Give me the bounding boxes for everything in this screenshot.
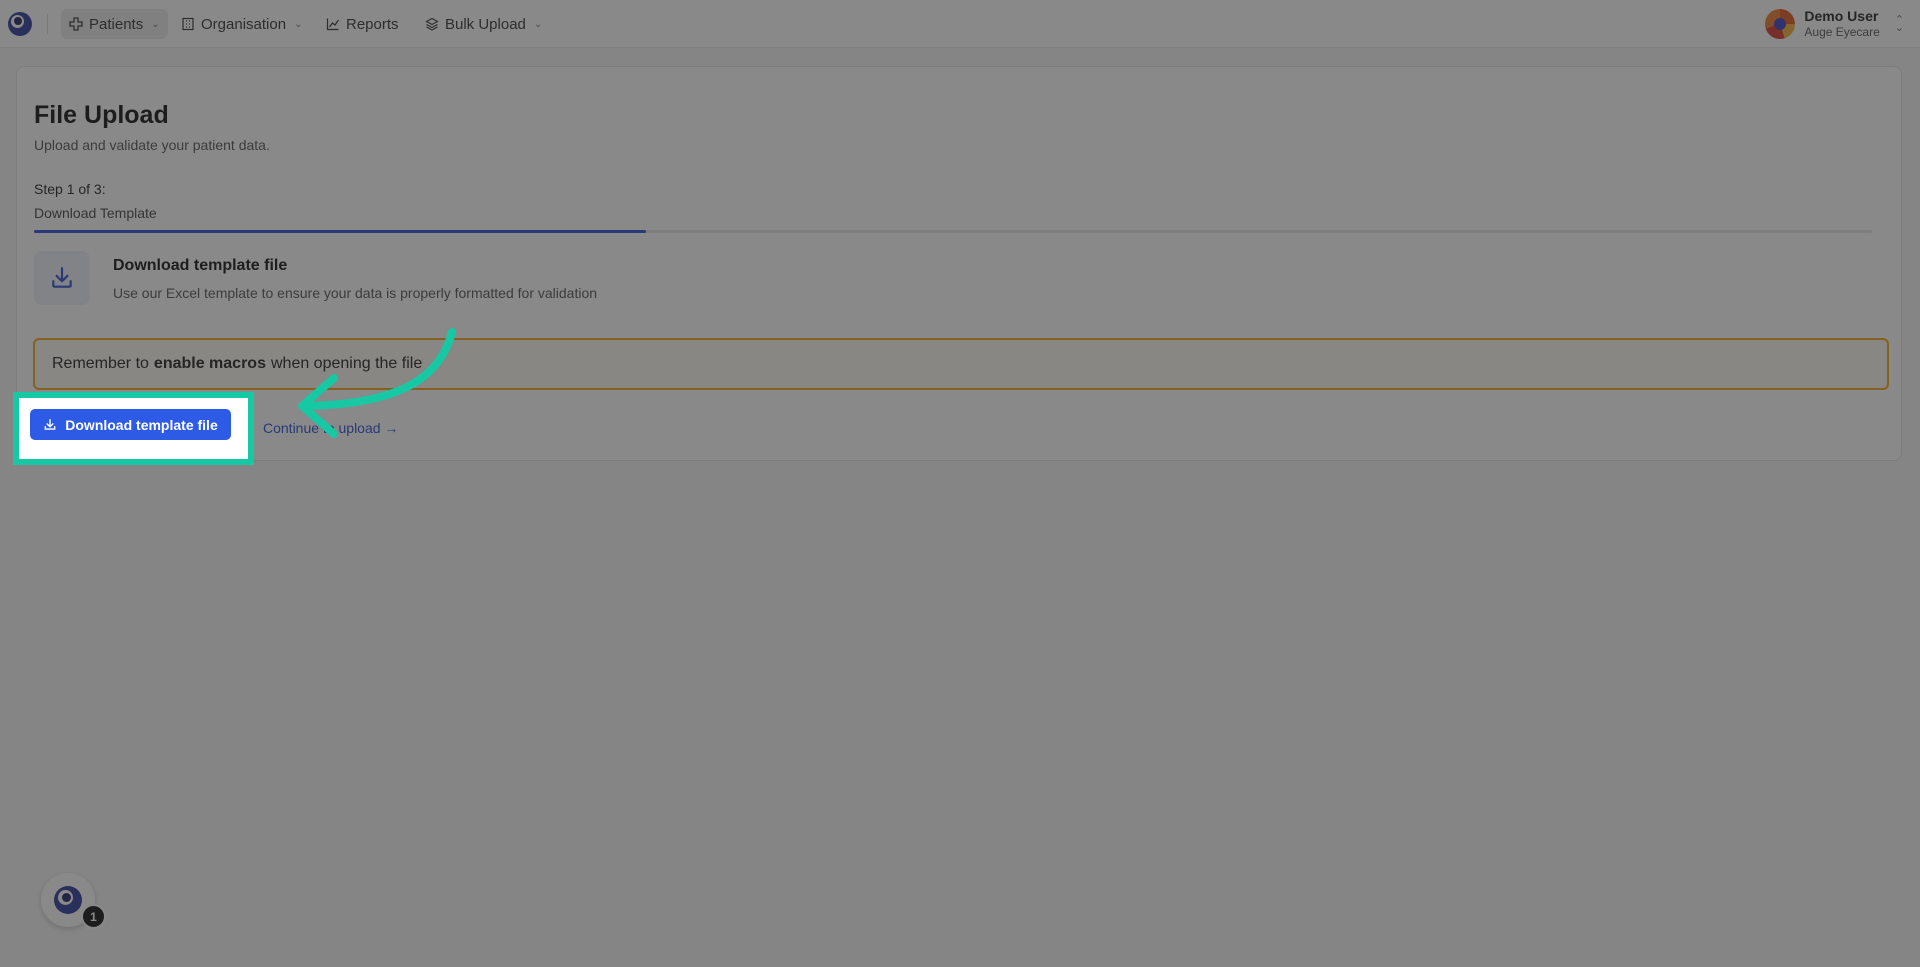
notice-emphasis: enable macros bbox=[153, 355, 266, 372]
download-icon bbox=[44, 418, 56, 430]
user-organisation: Auge Eyecare bbox=[1804, 25, 1880, 39]
top-navbar: Patients ⌄ Organisation ⌄ Reports Bulk U… bbox=[0, 0, 1920, 48]
layers-icon bbox=[425, 17, 439, 31]
step-indicator: Step 1 of 3: bbox=[34, 181, 106, 197]
app-logo-icon[interactable] bbox=[8, 12, 32, 36]
nav-item-label: Patients bbox=[89, 15, 144, 33]
chevron-up-down-icon: ⌃ ⌄ bbox=[1894, 14, 1904, 34]
progress-bar-fill bbox=[34, 230, 647, 233]
nav-item-organisation[interactable]: Organisation ⌄ bbox=[173, 9, 310, 39]
tutorial-arrow-icon bbox=[298, 328, 456, 438]
page-title: File Upload bbox=[34, 101, 169, 129]
user-name: Demo User bbox=[1804, 8, 1879, 24]
download-section-title: Download template file bbox=[113, 257, 288, 274]
notification-badge: 1 bbox=[81, 904, 106, 929]
button-label: Download template file bbox=[65, 416, 218, 433]
notice-text: Remember to bbox=[52, 355, 149, 372]
chart-line-icon bbox=[326, 18, 339, 31]
step-name: Download Template bbox=[34, 205, 157, 221]
nav-divider bbox=[47, 14, 48, 34]
download-icon-tile bbox=[34, 251, 90, 305]
progress-bar bbox=[34, 230, 1872, 233]
plus-cross-icon bbox=[69, 17, 83, 31]
chevron-down-icon: ⌄ bbox=[294, 18, 303, 30]
download-template-button[interactable]: Download template file bbox=[30, 409, 231, 440]
nav-item-reports[interactable]: Reports bbox=[318, 9, 407, 39]
chevron-down-icon: ⌄ bbox=[533, 18, 543, 30]
download-icon bbox=[52, 267, 72, 288]
building-icon bbox=[182, 17, 194, 31]
avatar bbox=[1765, 9, 1796, 39]
nav-item-label: Bulk Upload bbox=[445, 15, 526, 33]
nav-item-patients[interactable]: Patients ⌄ bbox=[61, 9, 168, 39]
nav-item-bulk-upload[interactable]: Bulk Upload ⌄ bbox=[417, 9, 550, 39]
page-subtitle: Upload and validate your patient data. bbox=[34, 137, 270, 153]
nav-item-label: Reports bbox=[346, 15, 399, 33]
nav-item-label: Organisation bbox=[201, 15, 287, 33]
download-section-description: Use our Excel template to ensure your da… bbox=[113, 285, 598, 301]
eye-logo-icon bbox=[54, 886, 82, 914]
chevron-down-icon: ⌄ bbox=[151, 18, 160, 30]
user-menu[interactable]: Demo User Auge Eyecare ⌃ ⌄ bbox=[1765, 6, 1904, 42]
tutorial-highlight: Download template file bbox=[13, 392, 254, 465]
